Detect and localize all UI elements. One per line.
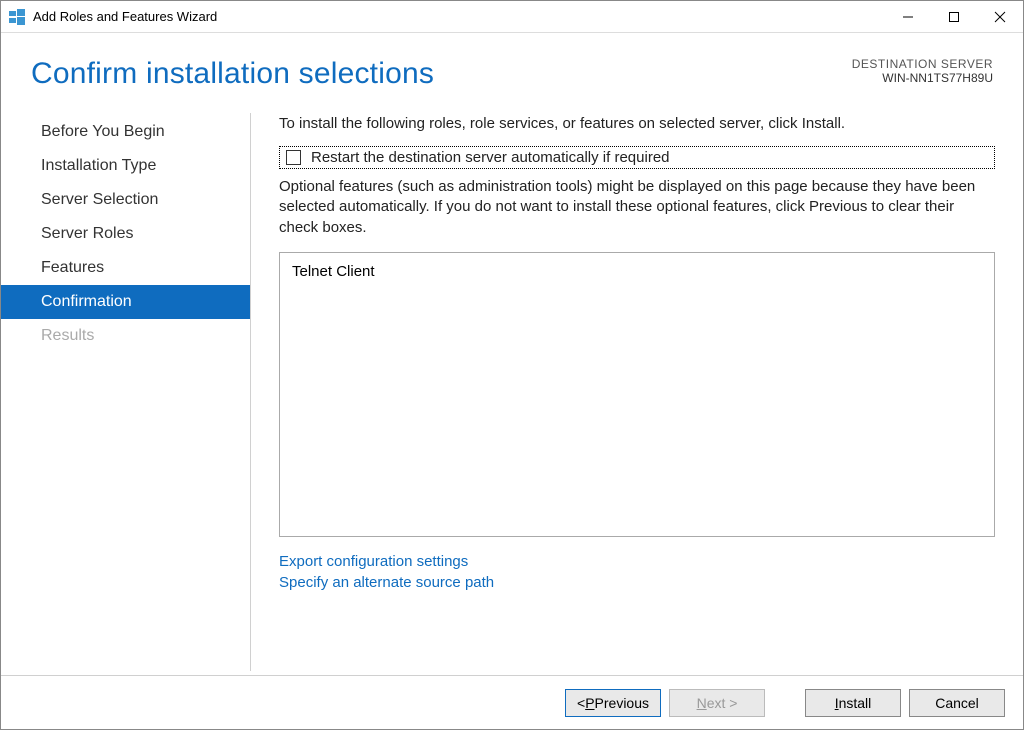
wizard-window: Add Roles and Features Wizard Confirm in… <box>0 0 1024 730</box>
sidebar-item-results: Results <box>1 319 250 353</box>
body: Before You Begin Installation Type Serve… <box>1 109 1023 675</box>
destination-block: DESTINATION SERVER WIN-NN1TS77H89U <box>852 57 993 85</box>
previous-button[interactable]: < PPrevious <box>565 689 661 717</box>
selected-features-list[interactable]: Telnet Client <box>279 252 995 537</box>
window-controls <box>885 1 1023 32</box>
page-title: Confirm installation selections <box>31 57 434 91</box>
list-item: Telnet Client <box>292 263 982 280</box>
app-icon <box>9 9 25 25</box>
restart-checkbox-label: Restart the destination server automatic… <box>311 149 670 166</box>
links-block: Export configuration settings Specify an… <box>279 551 995 593</box>
close-button[interactable] <box>977 1 1023 32</box>
maximize-button[interactable] <box>931 1 977 32</box>
window-title: Add Roles and Features Wizard <box>33 9 217 24</box>
titlebar: Add Roles and Features Wizard <box>1 1 1023 33</box>
restart-checkbox-row[interactable]: Restart the destination server automatic… <box>279 146 995 169</box>
cancel-button[interactable]: Cancel <box>909 689 1005 717</box>
main-panel: To install the following roles, role ser… <box>251 109 1023 675</box>
description-text: Optional features (such as administratio… <box>279 177 995 238</box>
destination-label: DESTINATION SERVER <box>852 57 993 71</box>
install-button[interactable]: Install <box>805 689 901 717</box>
sidebar-item-server-roles[interactable]: Server Roles <box>1 217 250 251</box>
intro-text: To install the following roles, role ser… <box>279 115 995 132</box>
sidebar-item-installation-type[interactable]: Installation Type <box>1 149 250 183</box>
header: Confirm installation selections DESTINAT… <box>1 33 1023 109</box>
export-settings-link[interactable]: Export configuration settings <box>279 551 995 572</box>
previous-button-label: Previous <box>595 695 649 711</box>
destination-name: WIN-NN1TS77H89U <box>852 71 993 85</box>
alternate-source-link[interactable]: Specify an alternate source path <box>279 572 995 593</box>
restart-checkbox[interactable] <box>286 150 301 165</box>
sidebar-item-confirmation[interactable]: Confirmation <box>1 285 250 319</box>
sidebar-item-server-selection[interactable]: Server Selection <box>1 183 250 217</box>
sidebar-item-features[interactable]: Features <box>1 251 250 285</box>
sidebar: Before You Begin Installation Type Serve… <box>1 109 250 675</box>
footer: < PPrevious Next > Install Cancel <box>1 675 1023 729</box>
sidebar-item-before-you-begin[interactable]: Before You Begin <box>1 115 250 149</box>
minimize-button[interactable] <box>885 1 931 32</box>
next-button: Next > <box>669 689 765 717</box>
